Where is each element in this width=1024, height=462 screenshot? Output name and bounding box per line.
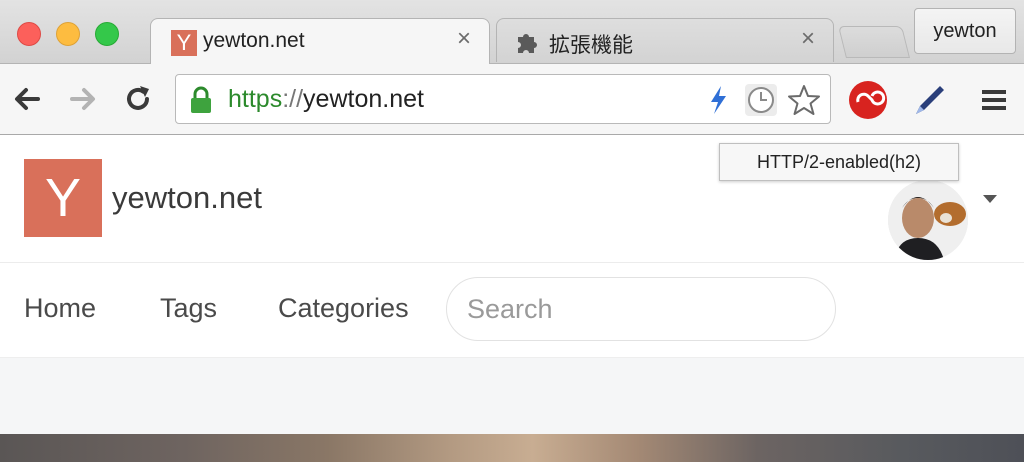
tab-title: yewton.net (203, 29, 305, 52)
url-separator: :// (282, 85, 304, 113)
hero-image (0, 434, 1024, 462)
minimize-window-button[interactable] (56, 22, 80, 46)
site-favicon-icon: Y (171, 30, 197, 56)
nav-home[interactable]: Home (24, 293, 96, 324)
url-scheme: https (228, 85, 283, 113)
lock-icon (191, 86, 211, 113)
tab-yewton[interactable]: Y yewton.net × (150, 18, 490, 64)
tab-extensions[interactable]: 拡張機能 × (496, 18, 834, 62)
tab-title: 拡張機能 (549, 34, 633, 57)
chevron-down-icon[interactable] (982, 194, 998, 204)
close-tab-icon[interactable]: × (457, 27, 471, 51)
reload-icon[interactable] (121, 82, 155, 116)
url-host: yewton.net (303, 85, 424, 113)
nav-tags[interactable]: Tags (160, 293, 217, 324)
close-window-button[interactable] (17, 22, 41, 46)
url-text[interactable]: https://yewton.net (228, 85, 424, 114)
http2-tooltip: HTTP/2-enabled(h2) (719, 143, 959, 181)
content-spacer (0, 358, 1024, 434)
site-navbar: Home Tags Categories (0, 263, 1024, 358)
search-input[interactable] (446, 277, 836, 341)
creative-cloud-icon[interactable] (848, 80, 888, 120)
avatar-photo (888, 180, 968, 260)
site-logo[interactable]: Y (24, 159, 102, 237)
zoom-window-button[interactable] (95, 22, 119, 46)
back-arrow-icon[interactable] (10, 82, 44, 116)
address-bar[interactable]: https://yewton.net (175, 74, 831, 124)
close-tab-icon[interactable]: × (801, 27, 815, 51)
puzzle-icon (518, 34, 537, 53)
forward-arrow-icon[interactable] (66, 82, 100, 116)
browser-toolbar: https://yewton.net (0, 63, 1024, 135)
clock-icon[interactable] (744, 83, 778, 117)
nav-categories[interactable]: Categories (278, 293, 409, 324)
browser-titlebar: Y yewton.net × 拡張機能 × yewton (0, 0, 1024, 64)
avatar[interactable] (888, 180, 968, 260)
site-title[interactable]: yewton.net (112, 180, 262, 216)
new-tab-button[interactable] (838, 26, 910, 58)
menu-icon[interactable] (974, 80, 1014, 120)
profile-button[interactable]: yewton (914, 8, 1016, 54)
pen-icon[interactable] (910, 80, 950, 120)
bookmark-star-icon[interactable] (787, 83, 821, 117)
http2-bolt-icon[interactable] (701, 83, 735, 117)
